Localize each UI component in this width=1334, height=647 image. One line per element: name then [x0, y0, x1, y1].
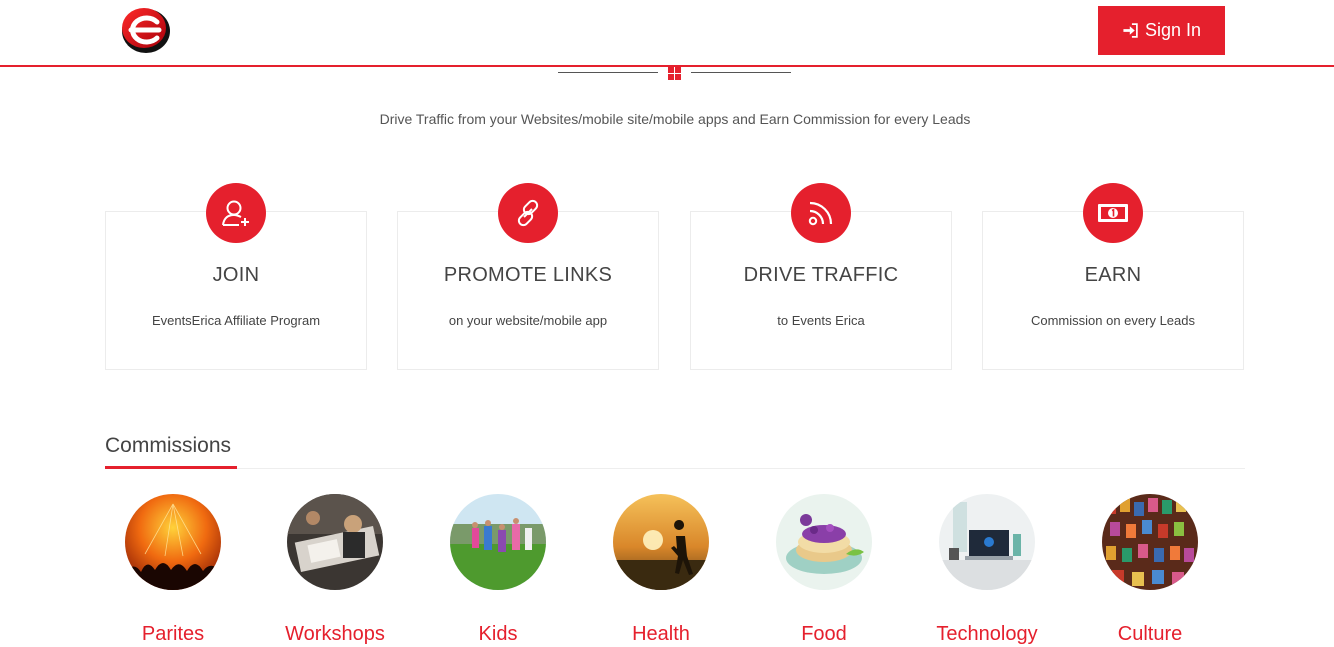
- category-image[interactable]: [1102, 494, 1198, 590]
- food-image: [776, 494, 872, 590]
- category-label[interactable]: Technology: [907, 623, 1067, 646]
- link-icon: [517, 199, 539, 227]
- divider-line-left: [558, 72, 658, 73]
- step-title: JOIN: [212, 264, 260, 286]
- step-description: Commission on every Leads: [1030, 313, 1196, 328]
- category-label[interactable]: Workshops: [255, 623, 415, 646]
- category-label[interactable]: Kids: [418, 623, 578, 646]
- sign-in-label: Sign In: [1144, 20, 1202, 40]
- commissions-underline: [105, 466, 237, 469]
- category-label[interactable]: Culture: [1070, 623, 1230, 646]
- step-description: EventsErica Affiliate Program: [151, 313, 321, 328]
- culture-image: [1102, 494, 1198, 590]
- step-icon-circle: [498, 183, 558, 243]
- step-icon-circle: [791, 183, 851, 243]
- divider-line-right: [691, 72, 791, 73]
- step-card-promote-links: PROMOTE LINKS on your website/mobile app: [397, 183, 659, 370]
- sign-in-icon: [1123, 23, 1138, 38]
- rss-icon: [808, 201, 833, 226]
- logo-icon: [122, 8, 170, 53]
- category-health[interactable]: Health: [581, 494, 741, 646]
- step-card-earn: EARN Commission on every Leads: [982, 183, 1244, 370]
- step-description: to Events Erica: [777, 313, 865, 328]
- category-parites[interactable]: Parites: [93, 494, 253, 646]
- category-culture[interactable]: Culture: [1070, 494, 1230, 646]
- category-label[interactable]: Health: [581, 623, 741, 646]
- commissions-rule: [105, 468, 1245, 469]
- step-title: EARN: [1084, 264, 1142, 286]
- site-header: Sign In: [0, 0, 1334, 67]
- category-image[interactable]: [613, 494, 709, 590]
- step-icon-circle: [206, 183, 266, 243]
- category-workshops[interactable]: Workshops: [255, 494, 415, 646]
- kids-image: [450, 494, 546, 590]
- party-image: [125, 494, 221, 590]
- category-image[interactable]: [125, 494, 221, 590]
- money-icon: [1098, 204, 1128, 222]
- sign-in-button[interactable]: Sign In: [1098, 6, 1225, 55]
- grid-icon: [668, 67, 681, 80]
- category-image[interactable]: [939, 494, 1035, 590]
- step-description: on your website/mobile app: [448, 313, 608, 328]
- tagline: Drive Traffic from your Websites/mobile …: [379, 111, 971, 127]
- site-logo[interactable]: [119, 6, 173, 54]
- category-label[interactable]: Parites: [93, 623, 253, 646]
- workshop-image: [287, 494, 383, 590]
- step-icon-circle: [1083, 183, 1143, 243]
- step-title: DRIVE TRAFFIC: [743, 264, 899, 286]
- step-card-join: JOIN EventsErica Affiliate Program: [105, 183, 367, 370]
- step-card-drive-traffic: DRIVE TRAFFIC to Events Erica: [690, 183, 952, 370]
- category-food[interactable]: Food: [744, 494, 904, 646]
- step-title: PROMOTE LINKS: [443, 264, 613, 286]
- commissions-heading: Commissions: [105, 434, 232, 457]
- category-label[interactable]: Food: [744, 623, 904, 646]
- section-divider: [558, 66, 792, 82]
- category-image[interactable]: [450, 494, 546, 590]
- add-user-icon: [222, 200, 249, 226]
- health-image: [613, 494, 709, 590]
- category-kids[interactable]: Kids: [418, 494, 578, 646]
- category-image[interactable]: [287, 494, 383, 590]
- technology-image: [939, 494, 1035, 590]
- category-image[interactable]: [776, 494, 872, 590]
- category-technology[interactable]: Technology: [907, 494, 1067, 646]
